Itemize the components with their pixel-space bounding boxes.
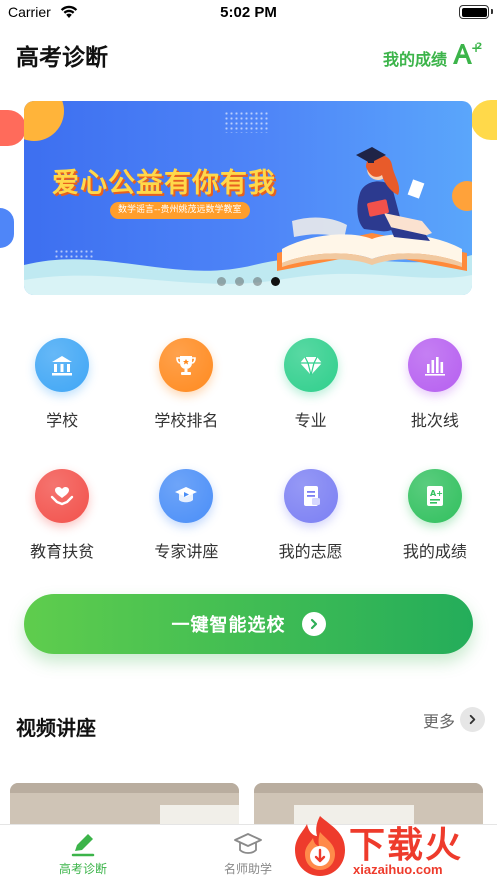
book-graduate-illustration xyxy=(277,147,467,271)
grid-item-label: 我的成绩 xyxy=(402,542,467,561)
grid-item-graduation-play[interactable]: 专家讲座 xyxy=(124,469,248,562)
document-icon xyxy=(283,469,338,523)
carousel-indicator[interactable] xyxy=(24,277,472,286)
svg-text:2: 2 xyxy=(476,42,482,52)
heart-hands-icon xyxy=(35,469,90,523)
diamond-icon xyxy=(283,338,338,392)
header: 高考诊断 我的成绩 + 2 xyxy=(0,30,497,80)
grid-item-label: 我的志愿 xyxy=(278,542,343,561)
watermark: 下载火 xiazaihuo.com xyxy=(287,812,493,882)
mortarboard-icon xyxy=(234,833,262,854)
pencil-icon xyxy=(71,834,95,857)
more-videos-link[interactable]: 更多 xyxy=(423,707,485,732)
carousel-dot[interactable] xyxy=(216,277,226,286)
my-scores-link[interactable]: 我的成绩 + 2 xyxy=(383,38,483,70)
grid-item-label: 批次线 xyxy=(410,411,459,430)
carousel-dot[interactable] xyxy=(252,277,262,286)
banner-subline: 数学谣言--贵州姚茂远数学教室 xyxy=(110,202,250,219)
grid-item-diamond[interactable]: 专业 xyxy=(249,338,373,431)
video-section-title: 视频讲座 xyxy=(16,716,96,740)
carousel-dot[interactable] xyxy=(270,277,280,286)
banner-headline: 爱心公益有你有我 xyxy=(52,168,276,199)
decor-circle xyxy=(24,101,64,141)
grade-sheet-icon: A+ xyxy=(407,469,462,523)
svg-text:A+: A+ xyxy=(430,489,443,498)
grid-item-school[interactable]: 学校 xyxy=(0,338,124,431)
a-plus-icon: + 2 xyxy=(453,41,482,64)
decor-blob-left-blue xyxy=(0,208,14,248)
grid-item-grade-sheet[interactable]: A+ 我的成绩 xyxy=(373,469,497,562)
page-title: 高考诊断 xyxy=(16,45,108,71)
carousel-dot[interactable] xyxy=(234,277,244,286)
grid-item-label: 学校 xyxy=(46,411,79,430)
flame-logo-icon xyxy=(295,816,345,876)
grid-item-bar-chart[interactable]: 批次线 xyxy=(373,338,497,431)
decor-blob-left xyxy=(0,110,26,146)
tab-label: 高考诊断 xyxy=(58,862,107,876)
watermark-text: 下载火 xyxy=(349,825,464,866)
my-scores-label: 我的成绩 xyxy=(382,50,447,69)
tab-exam-diagnosis[interactable]: 高考诊断 xyxy=(23,831,143,877)
bar-chart-icon xyxy=(407,338,462,392)
decor-blob-right xyxy=(471,100,497,140)
status-bar: Carrier 5:02 PM xyxy=(0,0,497,26)
grid-item-label: 专家讲座 xyxy=(154,542,219,561)
grid-item-label: 学校排名 xyxy=(154,411,219,430)
decor-dots xyxy=(224,111,268,133)
status-time: 5:02 PM xyxy=(220,4,277,21)
chevron-right-icon xyxy=(301,612,326,636)
grid-item-document[interactable]: 我的志愿 xyxy=(249,469,373,562)
graduation-play-icon xyxy=(159,469,214,523)
banner-carousel[interactable]: 爱心公益有你有我 数学谣言--贵州姚茂远数学教室 xyxy=(24,101,472,295)
tab-label: 名师助学 xyxy=(223,862,272,876)
school-icon xyxy=(35,338,90,392)
grid-item-label: 教育扶贫 xyxy=(30,542,95,561)
trophy-icon xyxy=(159,338,214,392)
more-label: 更多 xyxy=(422,711,455,731)
grid-item-label: 专业 xyxy=(294,411,327,430)
smart-school-select-button[interactable]: 一键智能选校 xyxy=(24,594,473,654)
watermark-url: xiazaihuo.com xyxy=(353,862,443,877)
smart-school-select-label: 一键智能选校 xyxy=(171,615,286,636)
grid-item-heart-hands[interactable]: 教育扶贫 xyxy=(0,469,124,562)
battery-icon xyxy=(459,5,493,19)
function-grid: 学校 学校排名 专业 批次线教育扶贫 专家讲座 我的志愿 A+ 我的成绩 xyxy=(0,338,497,562)
grid-item-trophy[interactable]: 学校排名 xyxy=(124,338,248,431)
chevron-right-icon xyxy=(460,707,485,732)
